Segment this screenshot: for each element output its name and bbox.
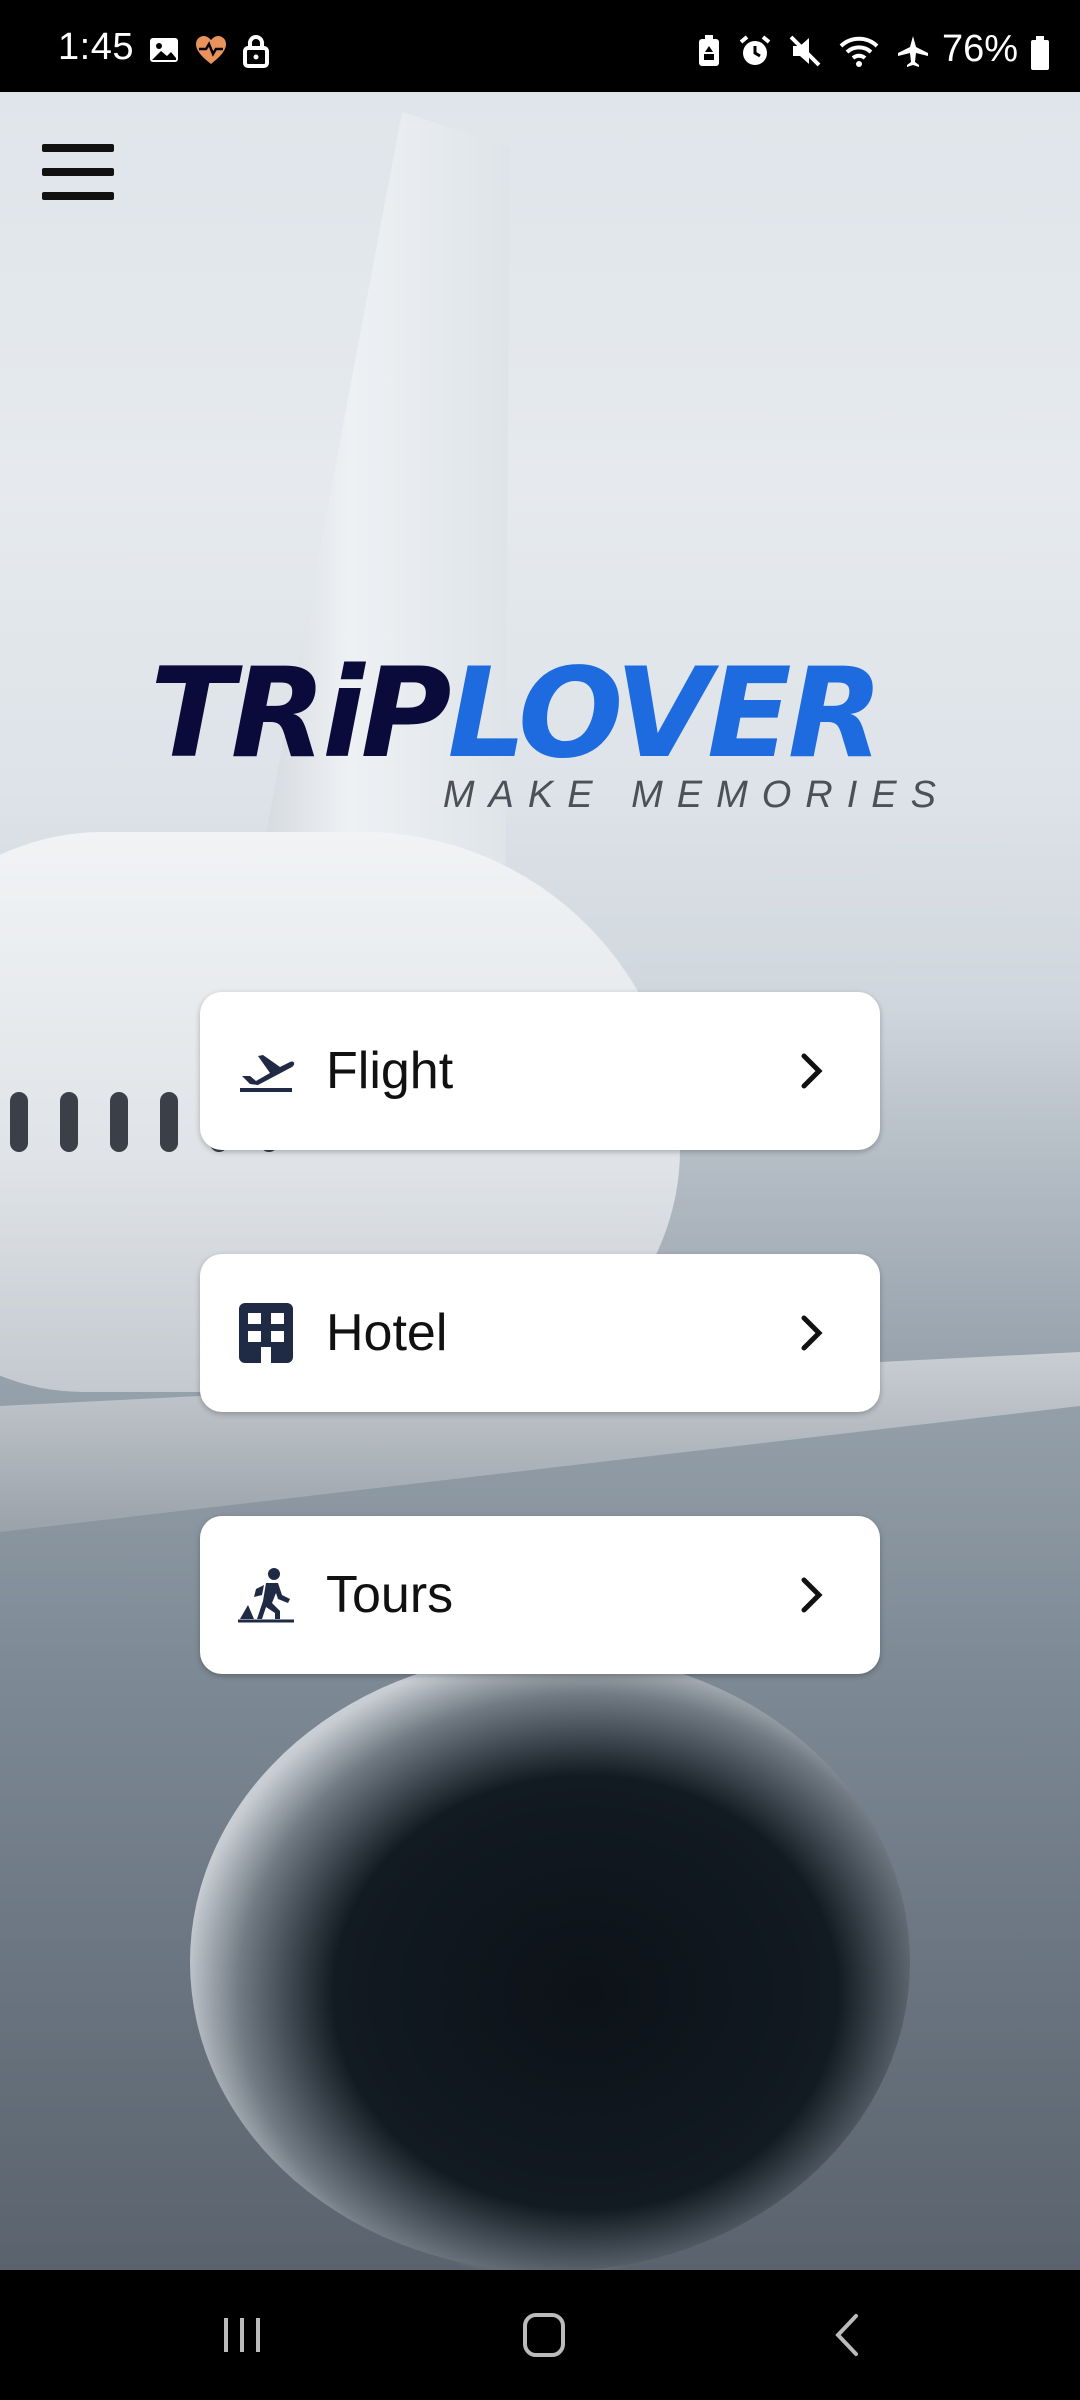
chevron-right-icon [801,1053,823,1089]
wifi-icon [839,36,879,67]
hotel-card[interactable]: Hotel [200,1254,880,1412]
health-heart-icon [196,36,226,64]
mute-icon [789,35,821,67]
gallery-icon [150,38,178,62]
triplover-logo: TRiPLOVER MAKE MEMORIES [150,652,950,822]
chevron-right-icon [801,1577,823,1613]
flight-card[interactable]: Flight [200,992,880,1150]
battery-saver-icon [699,35,719,66]
back-icon[interactable] [818,2310,878,2360]
status-right-icons [696,34,930,68]
chevron-right-icon [801,1315,823,1351]
logo-wordmark: TRiPLOVER [150,652,883,776]
recent-apps-icon[interactable] [212,2310,272,2360]
status-left-icons [148,34,270,68]
hotel-label: Hotel [326,1304,448,1362]
status-bar: 1:45 76% [0,0,1080,92]
airplane-mode-icon [898,36,928,67]
status-time: 1:45 [58,26,134,68]
home-screen: TRiPLOVER MAKE MEMORIES Flight Hotel Tou… [0,92,1080,2270]
background-photo-engine [190,1652,910,2270]
hamburger-menu-icon[interactable] [42,144,114,202]
logo-word-lover: LOVER [447,642,883,786]
battery-icon [1031,36,1049,70]
hiker-icon [236,1565,296,1625]
logo-tagline: MAKE MEMORIES [442,774,950,816]
system-navigation-bar [0,2270,1080,2400]
battery-percent: 76% [941,28,1018,70]
home-icon[interactable] [514,2310,574,2360]
hotel-building-icon [236,1303,296,1363]
tours-card[interactable]: Tours [200,1516,880,1674]
airplane-icon [236,1041,296,1101]
logo-word-trip: TRiP [150,642,451,786]
alarm-icon [739,35,771,65]
tours-label: Tours [326,1566,454,1624]
lock-icon [243,35,269,68]
flight-label: Flight [326,1042,454,1100]
